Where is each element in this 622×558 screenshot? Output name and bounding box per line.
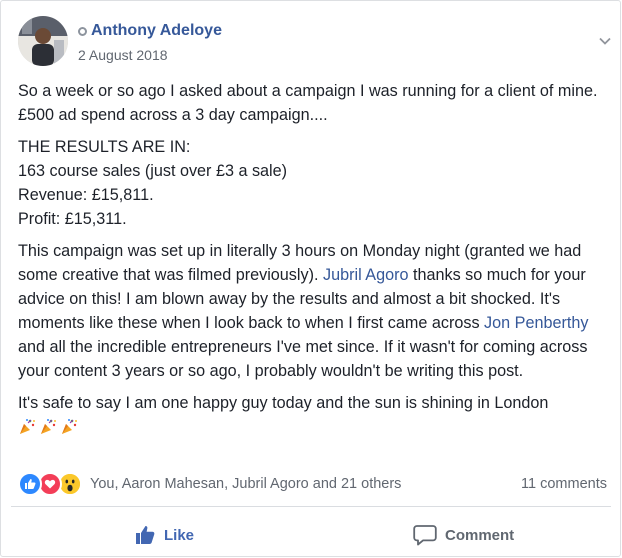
comment-icon bbox=[413, 525, 437, 546]
action-bar: Like Comment bbox=[1, 515, 622, 555]
avatar[interactable] bbox=[18, 16, 68, 66]
mention-link[interactable]: Jubril Agoro bbox=[323, 266, 408, 284]
party-popper-icon bbox=[62, 419, 77, 434]
author-row: Anthony Adeloye bbox=[78, 22, 222, 40]
results-line: 163 course sales (just over £3 a sale) bbox=[18, 162, 288, 180]
like-label: Like bbox=[164, 526, 195, 544]
comments-count[interactable]: 11 comments bbox=[521, 476, 607, 492]
status-dot-icon bbox=[78, 26, 87, 36]
post-header: Anthony Adeloye 2 August 2018 bbox=[18, 16, 611, 66]
post-paragraph: So a week or so ago I asked about a camp… bbox=[18, 82, 598, 124]
party-popper-icon bbox=[41, 419, 56, 434]
results-line: Profit: £15,311. bbox=[18, 210, 127, 228]
post-timestamp[interactable]: 2 August 2018 bbox=[78, 47, 168, 63]
post-paragraph: This campaign was set up in literally 3 … bbox=[18, 239, 613, 383]
results-block: THE RESULTS ARE IN: 163 course sales (ju… bbox=[18, 135, 613, 231]
comment-label: Comment bbox=[445, 526, 515, 544]
reaction-names[interactable]: You, Aaron Mahesan, Jubril Agoro and 21 … bbox=[90, 476, 401, 492]
chevron-down-icon[interactable] bbox=[598, 34, 612, 48]
paragraph-text: and all the incredible entrepreneurs I'v… bbox=[18, 338, 588, 380]
results-heading: THE RESULTS ARE IN: bbox=[18, 138, 191, 156]
results-line: Revenue: £15,811. bbox=[18, 186, 154, 204]
thumbs-up-icon bbox=[136, 526, 155, 544]
author-name[interactable]: Anthony Adeloye bbox=[91, 22, 222, 40]
reactions-bar: You, Aaron Mahesan, Jubril Agoro and 21 … bbox=[18, 472, 613, 496]
reaction-icons[interactable] bbox=[18, 472, 82, 496]
post-card: Anthony Adeloye 2 August 2018 So a week … bbox=[0, 0, 621, 557]
post-body: So a week or so ago I asked about a camp… bbox=[18, 79, 613, 436]
emoji-row bbox=[18, 418, 613, 436]
like-button[interactable]: Like bbox=[134, 515, 194, 555]
mention-link[interactable]: Jon Penberthy bbox=[484, 314, 588, 332]
post-paragraph: It's safe to say I am one happy guy toda… bbox=[18, 394, 549, 412]
like-reaction-icon bbox=[18, 472, 42, 496]
divider bbox=[11, 506, 611, 507]
party-popper-icon bbox=[20, 419, 35, 434]
comment-button[interactable]: Comment bbox=[413, 515, 514, 555]
